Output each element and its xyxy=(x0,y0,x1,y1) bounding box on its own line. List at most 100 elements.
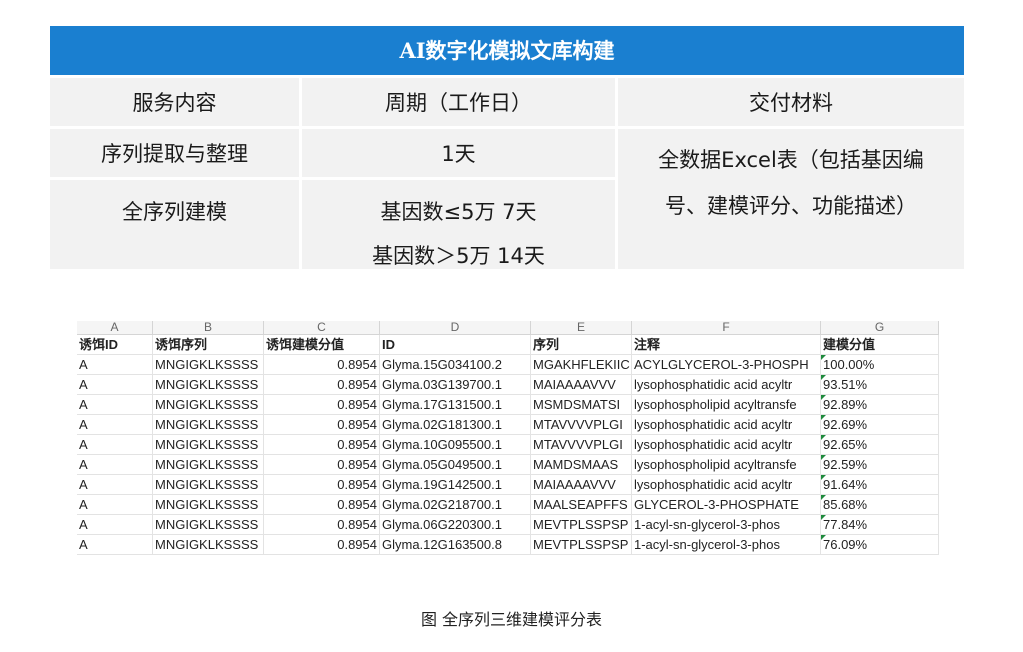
table-cell[interactable]: 92.59% xyxy=(821,455,939,475)
column-letter[interactable]: B xyxy=(153,321,264,335)
column-letter[interactable]: F xyxy=(632,321,821,335)
header-row: 诱饵ID 诱饵序列 诱饵建模分值 ID 序列 注释 建模分值 xyxy=(77,335,939,355)
service-table-grid: 服务内容 周期（工作日） 交付材料 序列提取与整理 1天 全数据Excel表（包… xyxy=(50,75,964,269)
table-cell[interactable]: 1-acyl-sn-glycerol-3-phos xyxy=(632,535,821,555)
deliverables-line-1: 全数据Excel表（包括基因编 xyxy=(658,148,924,172)
table-cell[interactable]: MAMDSMAAS xyxy=(531,455,632,475)
row2-content: 全序列建模 xyxy=(50,177,299,269)
table-cell[interactable]: A xyxy=(77,515,153,535)
table-row: A MNGIGKLKSSSS 0.8954 Glyma.02G181300.1 MTAV… xyxy=(77,415,939,435)
table-row: A MNGIGKLKSSSS 0.8954 Glyma.06G220300.1 MEVT… xyxy=(77,515,939,535)
table-cell[interactable]: 0.8954 xyxy=(264,375,380,395)
table-cell[interactable]: 0.8954 xyxy=(264,435,380,455)
table-cell[interactable]: Glyma.02G181300.1 xyxy=(380,415,531,435)
table-cell[interactable]: MNGIGKLKSSSS xyxy=(153,475,264,495)
table-cell[interactable]: lysophospholipid acyltransfe xyxy=(632,455,821,475)
table-cell[interactable]: Glyma.06G220300.1 xyxy=(380,515,531,535)
table-cell[interactable]: 0.8954 xyxy=(264,515,380,535)
table-cell[interactable]: A xyxy=(77,415,153,435)
table-cell[interactable]: MAIAAAAVVV xyxy=(531,375,632,395)
table-cell[interactable]: A xyxy=(77,495,153,515)
column-letter[interactable]: C xyxy=(264,321,380,335)
spreadsheet-body: A MNGIGKLKSSSS 0.8954 Glyma.15G034100.2 MGAK… xyxy=(77,355,939,555)
column-letter[interactable]: E xyxy=(531,321,632,335)
row2-period: 基因数≤5万 7天 基因数＞5万 14天 xyxy=(299,177,615,269)
table-cell[interactable]: MNGIGKLKSSSS xyxy=(153,355,264,375)
table-cell[interactable]: Glyma.17G131500.1 xyxy=(380,395,531,415)
table-cell[interactable]: 92.69% xyxy=(821,415,939,435)
table-cell[interactable]: MTAVVVVPLGI xyxy=(531,415,632,435)
table-cell[interactable]: MNGIGKLKSSSS xyxy=(153,415,264,435)
table-row: A MNGIGKLKSSSS 0.8954 Glyma.17G131500.1 MSMD… xyxy=(77,395,939,415)
table-cell[interactable]: Glyma.12G163500.8 xyxy=(380,535,531,555)
table-cell[interactable]: 1-acyl-sn-glycerol-3-phos xyxy=(632,515,821,535)
header-cell[interactable]: 诱饵ID xyxy=(77,335,153,355)
table-cell[interactable]: Glyma.15G034100.2 xyxy=(380,355,531,375)
table-cell[interactable]: 77.84% xyxy=(821,515,939,535)
header-cell[interactable]: 序列 xyxy=(531,335,632,355)
header-cell[interactable]: ID xyxy=(380,335,531,355)
table-cell[interactable]: lysophosphatidic acid acyltr xyxy=(632,475,821,495)
column-letter[interactable]: A xyxy=(77,321,153,335)
table-cell[interactable]: Glyma.02G218700.1 xyxy=(380,495,531,515)
table-cell[interactable]: A xyxy=(77,535,153,555)
table-cell[interactable]: 85.68% xyxy=(821,495,939,515)
table-cell[interactable]: 100.00% xyxy=(821,355,939,375)
header-period: 周期（工作日） xyxy=(299,75,615,126)
column-letter-row: A B C D E F G xyxy=(77,321,939,335)
table-cell[interactable]: Glyma.05G049500.1 xyxy=(380,455,531,475)
table-cell[interactable]: MSMDSMATSI xyxy=(531,395,632,415)
table-cell[interactable]: 0.8954 xyxy=(264,395,380,415)
table-cell[interactable]: lysophosphatidic acid acyltr xyxy=(632,375,821,395)
table-cell[interactable]: Glyma.10G095500.1 xyxy=(380,435,531,455)
table-cell[interactable]: MNGIGKLKSSSS xyxy=(153,535,264,555)
table-cell[interactable]: GLYCEROL-3-PHOSPHATE xyxy=(632,495,821,515)
table-cell[interactable]: A xyxy=(77,475,153,495)
table-cell[interactable]: 76.09% xyxy=(821,535,939,555)
table-cell[interactable]: lysophosphatidic acid acyltr xyxy=(632,415,821,435)
header-cell[interactable]: 建模分值 xyxy=(821,335,939,355)
table-cell[interactable]: ACYLGLYCEROL-3-PHOSPH xyxy=(632,355,821,375)
header-cell[interactable]: 诱饵建模分值 xyxy=(264,335,380,355)
header-cell[interactable]: 诱饵序列 xyxy=(153,335,264,355)
table-row: A MNGIGKLKSSSS 0.8954 Glyma.10G095500.1 MTAV… xyxy=(77,435,939,455)
header-cell[interactable]: 注释 xyxy=(632,335,821,355)
table-row: A MNGIGKLKSSSS 0.8954 Glyma.02G218700.1 MAAL… xyxy=(77,495,939,515)
table-cell[interactable]: MEVTPLSSPSP xyxy=(531,515,632,535)
row1-content: 序列提取与整理 xyxy=(50,126,299,177)
table-cell[interactable]: MNGIGKLKSSSS xyxy=(153,435,264,455)
table-cell[interactable]: MNGIGKLKSSSS xyxy=(153,375,264,395)
table-cell[interactable]: lysophospholipid acyltransfe xyxy=(632,395,821,415)
table-cell[interactable]: MEVTPLSSPSP xyxy=(531,535,632,555)
table-cell[interactable]: MAIAAAAVVV xyxy=(531,475,632,495)
table-cell[interactable]: MNGIGKLKSSSS xyxy=(153,495,264,515)
table-cell[interactable]: MGAKHFLEKIIC xyxy=(531,355,632,375)
table-cell[interactable]: MAALSEAPFFS xyxy=(531,495,632,515)
table-cell[interactable]: 0.8954 xyxy=(264,475,380,495)
table-cell[interactable]: 0.8954 xyxy=(264,495,380,515)
table-cell[interactable]: 91.64% xyxy=(821,475,939,495)
table-cell[interactable]: 0.8954 xyxy=(264,455,380,475)
table-cell[interactable]: A xyxy=(77,435,153,455)
table-cell[interactable]: 0.8954 xyxy=(264,535,380,555)
table-cell[interactable]: A xyxy=(77,395,153,415)
service-table-title: AI数字化模拟文库构建 xyxy=(50,26,964,75)
table-cell[interactable]: MNGIGKLKSSSS xyxy=(153,455,264,475)
table-cell[interactable]: 92.65% xyxy=(821,435,939,455)
table-cell[interactable]: 93.51% xyxy=(821,375,939,395)
table-cell[interactable]: A xyxy=(77,375,153,395)
column-letter[interactable]: G xyxy=(821,321,939,335)
table-cell[interactable]: 92.89% xyxy=(821,395,939,415)
table-cell[interactable]: MTAVVVVPLGI xyxy=(531,435,632,455)
table-cell[interactable]: lysophosphatidic acid acyltr xyxy=(632,435,821,455)
table-cell[interactable]: A xyxy=(77,355,153,375)
table-cell[interactable]: Glyma.19G142500.1 xyxy=(380,475,531,495)
table-cell[interactable]: 0.8954 xyxy=(264,355,380,375)
service-table: AI数字化模拟文库构建 服务内容 周期（工作日） 交付材料 序列提取与整理 1天… xyxy=(50,26,964,269)
table-cell[interactable]: A xyxy=(77,455,153,475)
table-cell[interactable]: Glyma.03G139700.1 xyxy=(380,375,531,395)
table-cell[interactable]: MNGIGKLKSSSS xyxy=(153,395,264,415)
table-cell[interactable]: 0.8954 xyxy=(264,415,380,435)
table-cell[interactable]: MNGIGKLKSSSS xyxy=(153,515,264,535)
column-letter[interactable]: D xyxy=(380,321,531,335)
